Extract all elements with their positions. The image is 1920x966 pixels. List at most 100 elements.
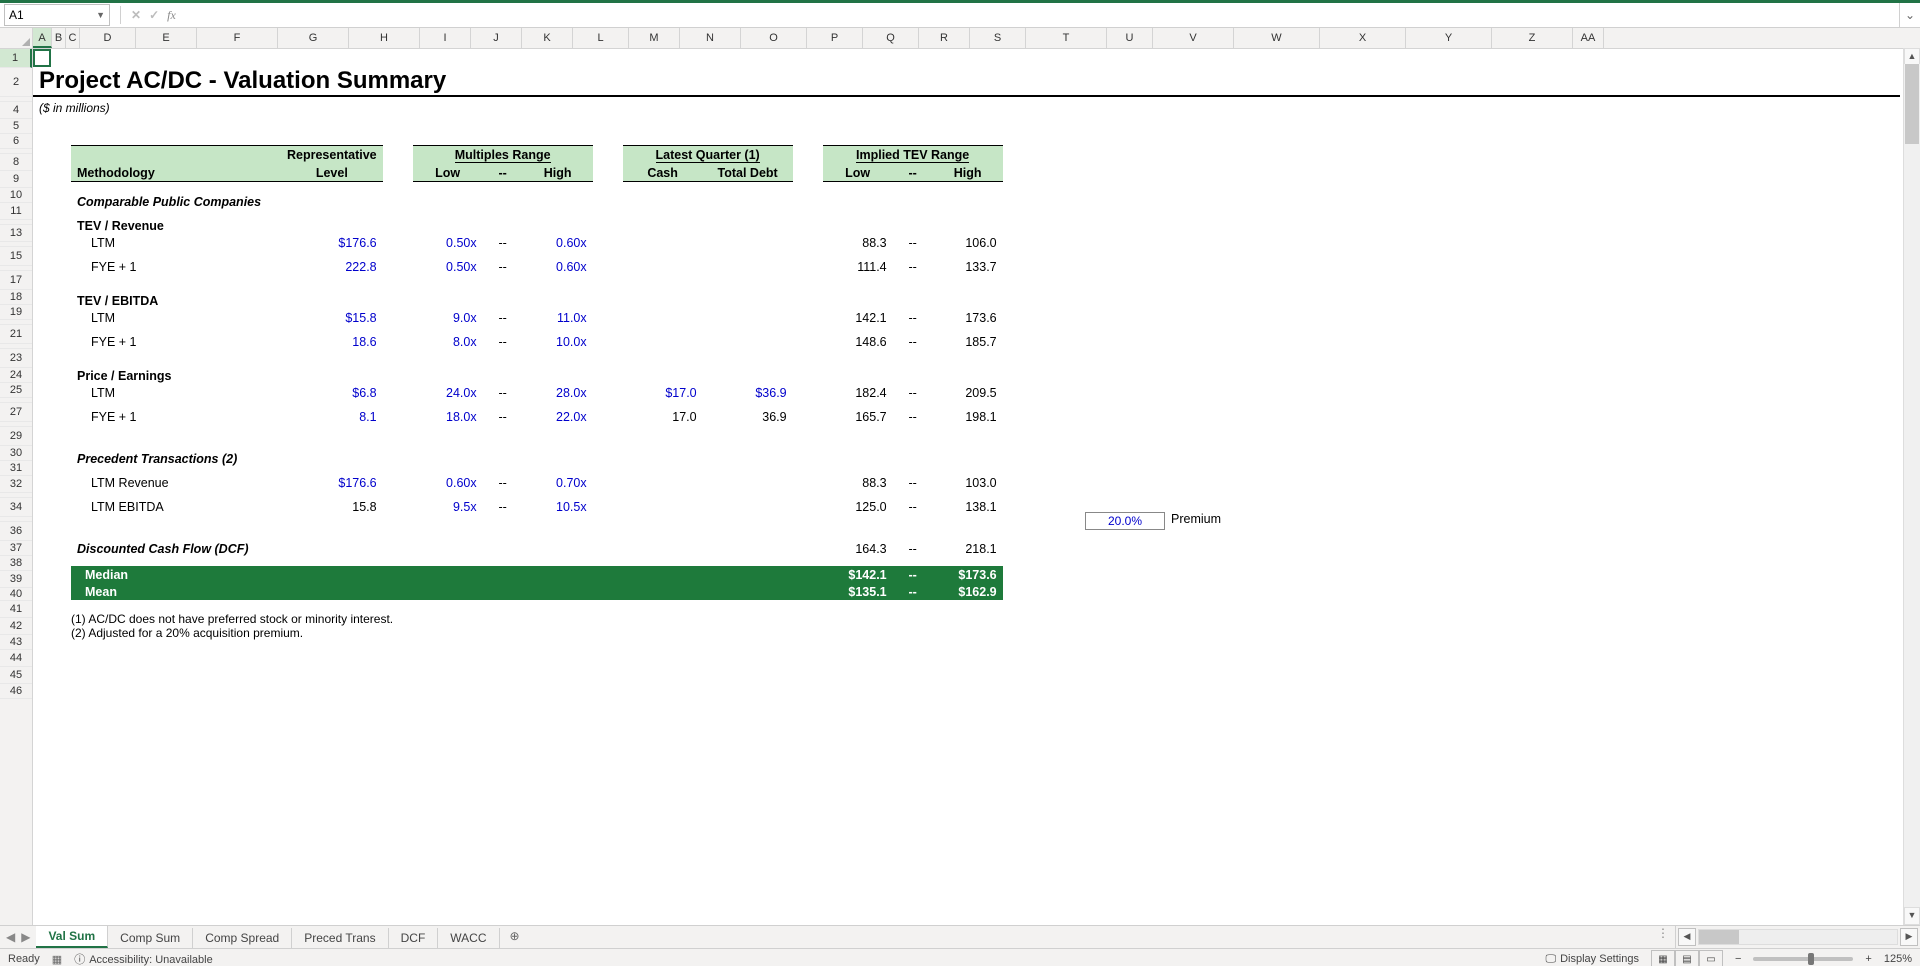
row-header-10[interactable]: 10 (0, 188, 32, 203)
view-normal-icon[interactable]: ▦ (1651, 950, 1675, 966)
scroll-down-icon[interactable]: ▼ (1904, 907, 1920, 925)
scroll-right-icon[interactable]: ▶ (1900, 928, 1918, 946)
premium-input[interactable]: 20.0% (1085, 512, 1165, 530)
accessibility-status[interactable]: ⓘAccessibility: Unavailable (74, 951, 213, 966)
chevron-down-icon[interactable]: ▼ (96, 10, 105, 20)
zoom-out-icon[interactable]: − (1735, 953, 1741, 965)
tab-next-icon[interactable]: ▶ (21, 930, 30, 944)
formula-input[interactable] (180, 5, 1899, 25)
col-header-C[interactable]: C (66, 28, 80, 48)
tab-preced-trans[interactable]: Preced Trans (292, 928, 388, 948)
col-header-S[interactable]: S (970, 28, 1026, 48)
col-header-N[interactable]: N (680, 28, 741, 48)
cancel-icon[interactable]: ✕ (127, 8, 145, 22)
row-header-24[interactable]: 24 (0, 368, 32, 383)
row-header-5[interactable]: 5 (0, 119, 32, 134)
row-header-30[interactable]: 30 (0, 446, 32, 461)
row-header-46[interactable]: 46 (0, 684, 32, 699)
row-header-23[interactable]: 23 (0, 349, 32, 368)
col-header-M[interactable]: M (629, 28, 680, 48)
select-all-corner[interactable] (0, 28, 33, 48)
col-header-L[interactable]: L (573, 28, 629, 48)
row-header-11[interactable]: 11 (0, 203, 32, 220)
tab-dcf[interactable]: DCF (389, 928, 439, 948)
row-header-19[interactable]: 19 (0, 305, 32, 320)
zoom-in-icon[interactable]: + (1865, 953, 1871, 965)
row-header-13[interactable]: 13 (0, 225, 32, 242)
view-page-layout-icon[interactable]: ▤ (1675, 950, 1699, 966)
macro-record-icon[interactable]: ▦ (52, 953, 62, 966)
col-header-V[interactable]: V (1153, 28, 1234, 48)
zoom-level[interactable]: 125% (1884, 953, 1912, 965)
tab-nav[interactable]: ◀ ▶ (0, 926, 36, 948)
row-header-4[interactable]: 4 (0, 102, 32, 119)
col-header-P[interactable]: P (807, 28, 863, 48)
view-page-break-icon[interactable]: ▭ (1699, 950, 1723, 966)
col-header-A[interactable]: A (33, 28, 52, 48)
row-header-21[interactable]: 21 (0, 325, 32, 344)
tab-options-icon[interactable]: ⋮ (1651, 926, 1675, 948)
col-header-Y[interactable]: Y (1406, 28, 1492, 48)
row-header-43[interactable]: 43 (0, 635, 32, 650)
col-header-W[interactable]: W (1234, 28, 1320, 48)
row-header-39[interactable]: 39 (0, 571, 32, 588)
fx-icon[interactable]: fx (163, 8, 180, 23)
vertical-scrollbar[interactable]: ▲ ▼ (1903, 48, 1920, 925)
row-header-27[interactable]: 27 (0, 403, 32, 422)
col-header-U[interactable]: U (1107, 28, 1153, 48)
name-box[interactable]: A1 ▼ (4, 4, 110, 26)
tab-comp-sum[interactable]: Comp Sum (108, 928, 193, 948)
row-header-37[interactable]: 37 (0, 541, 32, 556)
col-header-T[interactable]: T (1026, 28, 1107, 48)
tab-prev-icon[interactable]: ◀ (6, 930, 15, 944)
col-header-K[interactable]: K (522, 28, 573, 48)
horizontal-scrollbar[interactable]: ◀ ▶ (1675, 926, 1920, 948)
hscroll-thumb[interactable] (1699, 930, 1739, 944)
row-header-36[interactable]: 36 (0, 522, 32, 541)
row-header-25[interactable]: 25 (0, 383, 32, 398)
col-header-D[interactable]: D (80, 28, 136, 48)
row-header-38[interactable]: 38 (0, 556, 32, 571)
row-header-42[interactable]: 42 (0, 618, 32, 635)
col-header-E[interactable]: E (136, 28, 197, 48)
row-header-17[interactable]: 17 (0, 271, 32, 290)
col-header-G[interactable]: G (278, 28, 349, 48)
row-header-31[interactable]: 31 (0, 461, 32, 476)
row-header-41[interactable]: 41 (0, 601, 32, 618)
col-header-F[interactable]: F (197, 28, 278, 48)
formula-expand-icon[interactable]: ⌄ (1899, 3, 1920, 27)
col-header-I[interactable]: I (420, 28, 471, 48)
col-header-AA[interactable]: AA (1573, 28, 1604, 48)
row-header-40[interactable]: 40 (0, 588, 32, 601)
row-header-15[interactable]: 15 (0, 247, 32, 266)
row-header-1[interactable]: 1 (0, 49, 32, 68)
zoom-slider[interactable] (1753, 957, 1853, 961)
col-header-X[interactable]: X (1320, 28, 1406, 48)
tab-wacc[interactable]: WACC (438, 928, 499, 948)
col-header-B[interactable]: B (52, 28, 66, 48)
row-header-34[interactable]: 34 (0, 498, 32, 517)
row-header-6[interactable]: 6 (0, 134, 32, 149)
col-header-Z[interactable]: Z (1492, 28, 1573, 48)
row-header-29[interactable]: 29 (0, 427, 32, 446)
cells[interactable]: Project AC/DC - Valuation Summary ($ in … (33, 49, 1920, 925)
scroll-thumb[interactable] (1905, 64, 1919, 144)
row-header-9[interactable]: 9 (0, 171, 32, 188)
col-header-O[interactable]: O (741, 28, 807, 48)
col-header-J[interactable]: J (471, 28, 522, 48)
tab-comp-spread[interactable]: Comp Spread (193, 928, 292, 948)
row-header-18[interactable]: 18 (0, 290, 32, 305)
row-header-8[interactable]: 8 (0, 154, 32, 171)
scroll-left-icon[interactable]: ◀ (1678, 928, 1696, 946)
display-settings[interactable]: 🖵Display Settings (1546, 953, 1639, 966)
row-header-45[interactable]: 45 (0, 667, 32, 684)
check-icon[interactable]: ✓ (145, 8, 163, 22)
col-header-R[interactable]: R (919, 28, 970, 48)
add-sheet-button[interactable]: ⊕ (500, 926, 530, 948)
col-header-Q[interactable]: Q (863, 28, 919, 48)
tab-val-sum[interactable]: Val Sum (36, 926, 108, 948)
col-header-H[interactable]: H (349, 28, 420, 48)
row-header-2[interactable]: 2 (0, 68, 32, 97)
row-header-32[interactable]: 32 (0, 476, 32, 493)
row-header-44[interactable]: 44 (0, 650, 32, 667)
